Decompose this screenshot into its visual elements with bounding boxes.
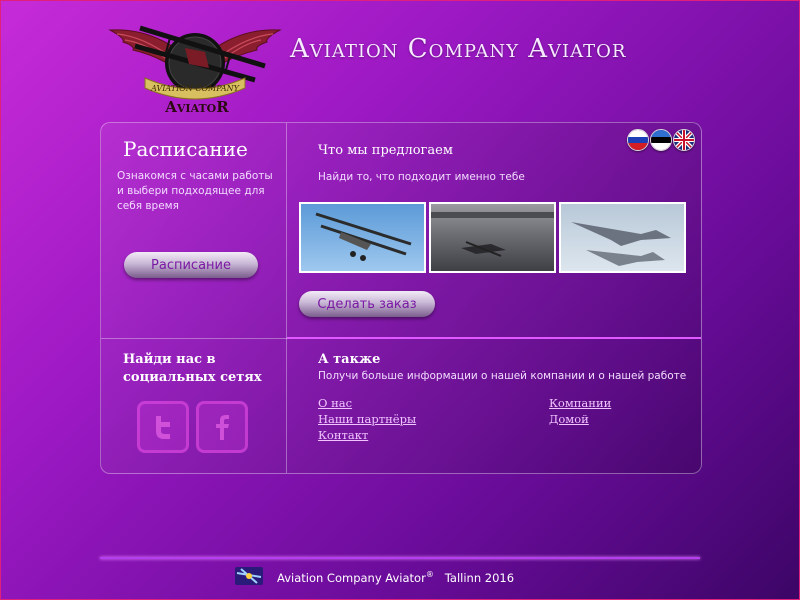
- footer-text: Aviation Company Aviator® Tallinn 2016: [277, 570, 514, 585]
- horizontal-divider-highlight: [287, 337, 701, 339]
- link-about[interactable]: О нас: [318, 396, 416, 410]
- link-home[interactable]: Домой: [549, 412, 611, 426]
- logo-name-text: AviatoR: [164, 98, 229, 116]
- link-companies[interactable]: Компании: [549, 396, 611, 410]
- site-title: Aviation Company Aviator: [290, 34, 627, 64]
- footer-logo-icon: [233, 563, 265, 589]
- company-logo[interactable]: AVIATION COMPANY AviatoR: [105, 18, 285, 118]
- social-title: Найди нас в социальных сетях: [123, 352, 262, 385]
- flag-uk-icon[interactable]: [673, 129, 695, 151]
- flag-russia-icon[interactable]: [627, 129, 649, 151]
- language-switcher: [627, 129, 695, 151]
- link-partners[interactable]: Наши партнёры: [318, 412, 416, 426]
- footer-year: Tallinn 2016: [444, 570, 515, 585]
- links-column-right: Компании Домой: [549, 396, 611, 426]
- schedule-title: Расписание: [123, 137, 248, 161]
- order-button[interactable]: Сделать заказ: [299, 291, 435, 317]
- offer-title: Что мы предлогаем: [318, 143, 453, 158]
- twitter-icon[interactable]: [137, 401, 189, 453]
- photo-jet-fighters[interactable]: [559, 202, 686, 273]
- footer-divider: [100, 557, 700, 559]
- link-contact[interactable]: Контакт: [318, 428, 416, 442]
- flag-estonia-icon[interactable]: [650, 129, 672, 151]
- vertical-divider: [286, 123, 287, 473]
- also-subtitle: Получи больше информации о нашей компани…: [318, 370, 687, 382]
- offer-subtitle: Найди то, что подходит именно тебе: [318, 171, 525, 183]
- registered-mark: ®: [425, 570, 434, 579]
- photo-biplane[interactable]: [299, 202, 426, 273]
- facebook-icon[interactable]: [196, 401, 248, 453]
- photo-runway-plane[interactable]: [429, 202, 556, 273]
- links-column-left: О нас Наши партнёры Контакт: [318, 396, 416, 442]
- also-title: А также: [318, 352, 381, 367]
- main-panel: Расписание Ознакомся с часами работы и в…: [100, 122, 702, 474]
- footer-company: Aviation Company Aviator: [277, 570, 426, 585]
- logo-ribbon-text: AVIATION COMPANY: [150, 84, 240, 93]
- schedule-text: Ознакомся с часами работы и выбери подхо…: [117, 170, 273, 212]
- schedule-button[interactable]: Расписание: [124, 252, 258, 278]
